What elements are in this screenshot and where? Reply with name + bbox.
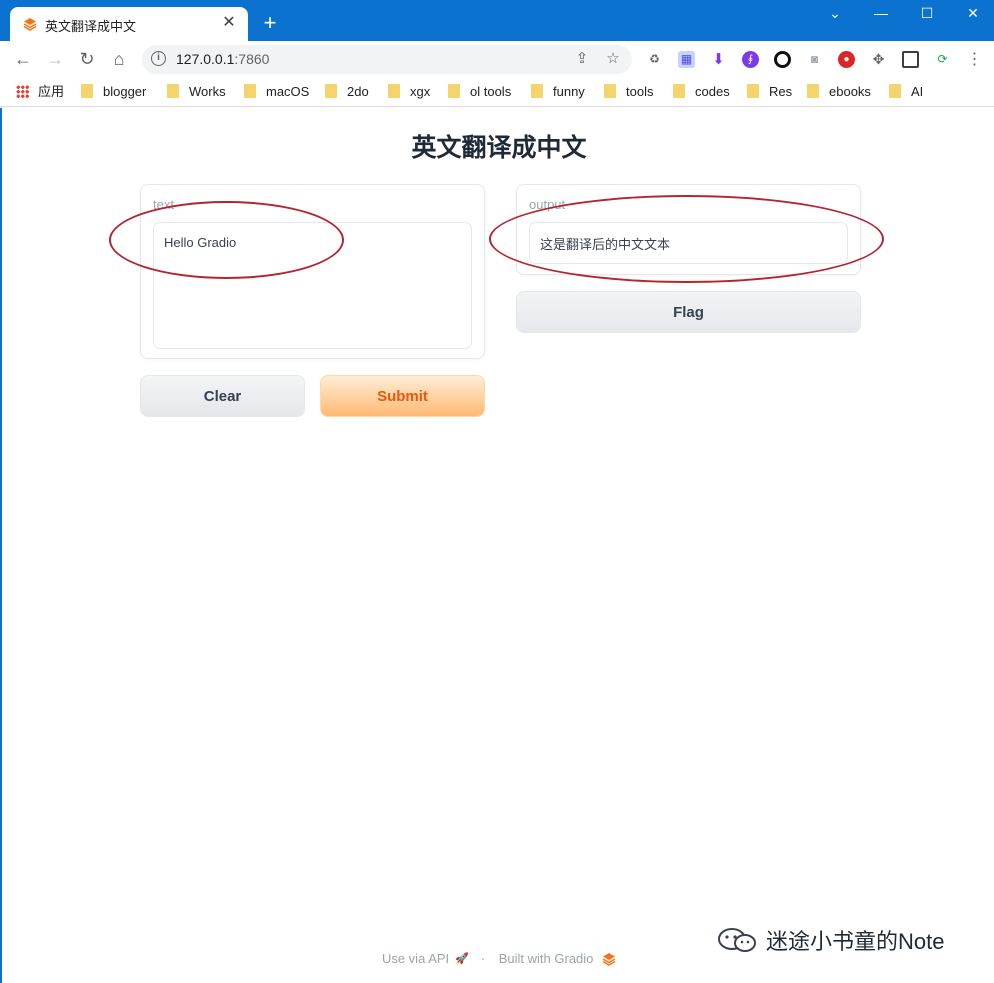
info-icon[interactable]: i [151,51,166,66]
url-port: :7860 [234,51,270,67]
gradio-page: 英文翻译成中文 text Hello Gradio Clear Submit o… [0,108,994,983]
camera-icon[interactable]: ◙ [806,51,823,68]
home-icon[interactable]: ⌂ [106,46,132,72]
extension-purple-icon[interactable]: ∮ [742,51,759,68]
star-icon[interactable]: ☆ [603,49,623,69]
tab-title: 英文翻译成中文 [45,19,137,34]
puzzle-extensions-icon[interactable]: ✥ [870,51,887,68]
bookmark-tools[interactable]: tools [604,83,653,101]
url-host: 127.0.0.1 [176,51,235,67]
extension-icon[interactable]: ▦ [678,51,695,68]
bookmark-xgx[interactable]: xgx [388,83,430,101]
bookmark-label: macOS [266,84,310,99]
bookmark-works[interactable]: Works [167,83,226,101]
bookmark-label: ebooks [829,84,871,99]
watermark-text: 迷途小书童的Note [766,929,945,954]
bookmark-label: AI [911,84,924,99]
bookmark-apps[interactable]: 应用 [16,83,64,101]
share-icon[interactable]: ⇪ [572,49,592,69]
close-icon[interactable]: ✕ [950,0,994,30]
annotation-ellipse-output [489,195,884,283]
folder-icon [388,84,400,98]
folder-icon [448,84,460,98]
bookmark-codes[interactable]: codes [673,83,730,101]
tab-close-icon[interactable]: ✕ [219,13,239,33]
menu-dots-icon[interactable]: ⋮ [966,51,983,68]
ring-extension-icon[interactable] [774,51,791,68]
folder-icon [531,84,543,98]
bookmark-funny[interactable]: funny [531,83,585,101]
bookmark-blogger[interactable]: blogger [81,83,146,101]
bookmark-macos[interactable]: macOS [244,83,309,101]
sync-extension-icon[interactable]: ⟳ [934,51,951,68]
gradio-logo-icon [602,952,616,966]
download-arrow-icon[interactable]: ⬇ [710,51,727,68]
folder-icon [747,84,759,98]
minimize-icon[interactable]: — [858,0,904,30]
address-url: 127.0.0.1:7860 [176,51,269,67]
bookmarks-bar: 应用 blogger Works macOS 2do xgx ol tools … [0,77,994,107]
extension-red-icon[interactable]: ● [838,51,855,68]
bookmark-label: tools [626,84,654,99]
reload-icon[interactable]: ↻ [74,46,100,72]
browser-toolbar: ← → ↻ ⌂ i 127.0.0.1:7860 ⇪ ☆ ♻ ▦ ⬇ ∮ ◙ ●… [0,41,994,77]
annotation-ellipse-input [109,201,344,279]
bookmark-label: codes [695,84,730,99]
bookmark-label: xgx [410,84,431,99]
new-tab-icon[interactable]: + [258,12,282,36]
bookmark-2do[interactable]: 2do [325,83,369,101]
bookmark-ai[interactable]: AI [889,83,923,101]
chevron-down-icon[interactable]: ⌄ [812,0,858,30]
built-with-gradio-link[interactable]: Built with Gradio [499,951,594,966]
apps-grid-icon [16,85,29,98]
bookmark-label: ol tools [470,84,512,99]
address-bar[interactable]: i 127.0.0.1:7860 ⇪ ☆ [142,45,632,74]
bookmark-ebooks[interactable]: ebooks [807,83,871,101]
tab-strip: 英文翻译成中文 ✕ + ⌄ — ☐ ✕ [0,0,994,41]
wechat-icon [718,928,756,952]
footer-separator: · [480,951,486,967]
bookmark-label: blogger [103,84,147,99]
browser-window: 英文翻译成中文 ✕ + ⌄ — ☐ ✕ ← → ↻ ⌂ i 127.0.0.1:… [0,0,994,983]
folder-icon [604,84,616,98]
watermark: 迷途小书童的Note [716,924,944,956]
page-title: 英文翻译成中文 [411,134,587,162]
folder-icon [167,84,179,98]
bookmark-label: funny [553,84,585,99]
folder-icon [81,84,93,98]
use-via-api-link[interactable]: Use via API [382,951,449,966]
rocket-icon: 🚀 [455,952,469,965]
flag-button[interactable]: Flag [516,291,861,333]
bookmark-label: Works [189,84,226,99]
bookmark-label: 应用 [38,84,65,99]
browser-tab[interactable]: 英文翻译成中文 ✕ [10,7,248,41]
folder-icon [807,84,819,98]
recycle-extension-icon[interactable]: ♻ [646,51,663,68]
maximize-icon[interactable]: ☐ [904,0,950,30]
folder-icon [325,84,337,98]
forward-arrow-icon[interactable]: → [42,46,68,72]
bookmark-ol-tools[interactable]: ol tools [448,83,511,101]
back-arrow-icon[interactable]: ← [10,46,36,72]
folder-icon [889,84,901,98]
gradio-favicon-icon [23,18,37,31]
bookmark-label: Res [769,84,793,99]
bookmark-res[interactable]: Res [747,83,792,101]
submit-button[interactable]: Submit [320,375,485,417]
folder-icon [673,84,685,98]
clear-button[interactable]: Clear [140,375,305,417]
folder-icon [244,84,256,98]
side-panel-icon[interactable] [902,51,919,68]
bookmark-label: 2do [347,84,369,99]
